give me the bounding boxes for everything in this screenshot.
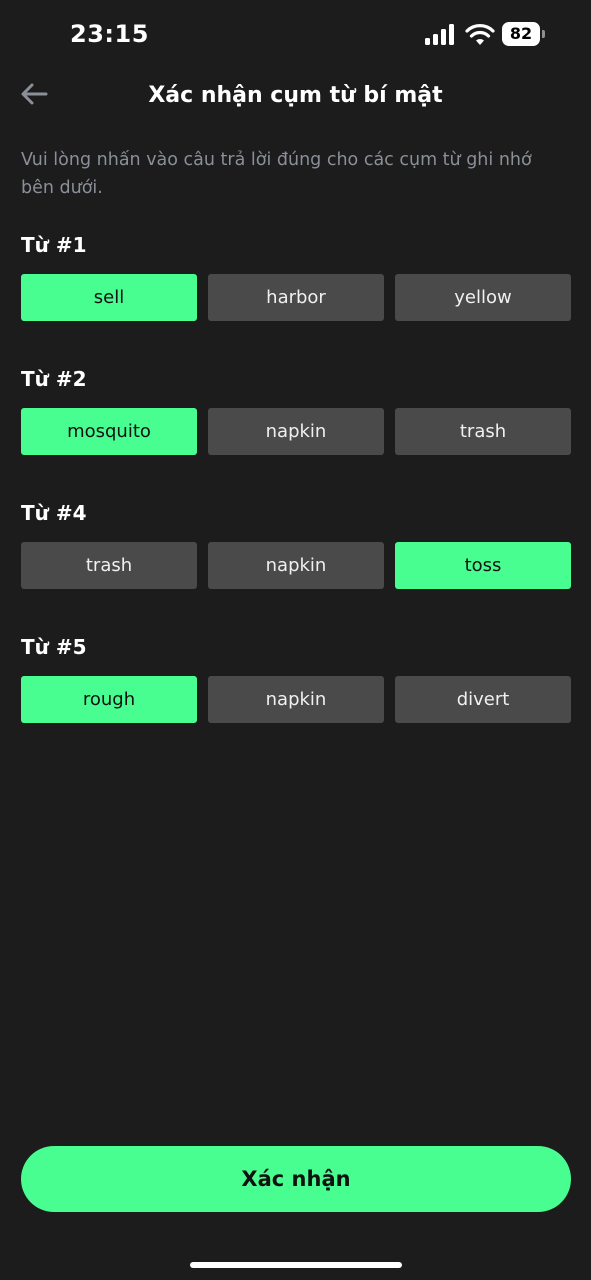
word-question-4: Từ #4 trash napkin toss <box>21 498 571 589</box>
option-button[interactable]: yellow <box>395 274 571 321</box>
word-label: Từ #2 <box>21 367 87 391</box>
signal-icon <box>425 24 454 45</box>
word-question-2: Từ #2 mosquito napkin trash <box>21 364 571 455</box>
option-button-selected[interactable]: sell <box>21 274 197 321</box>
battery-level: 82 <box>502 22 540 46</box>
option-button[interactable]: napkin <box>208 408 384 455</box>
battery-tip <box>542 30 545 38</box>
word-label: Từ #5 <box>21 635 87 659</box>
option-group: mosquito napkin trash <box>21 408 571 455</box>
word-question-5: Từ #5 rough napkin divert <box>21 632 571 723</box>
option-button-selected[interactable]: toss <box>395 542 571 589</box>
option-button[interactable]: napkin <box>208 676 384 723</box>
confirm-button[interactable]: Xác nhận <box>21 1146 571 1212</box>
instructions-text: Vui lòng nhấn vào câu trả lời đúng cho c… <box>21 150 532 198</box>
option-button-selected[interactable]: rough <box>21 676 197 723</box>
option-button-selected[interactable]: mosquito <box>21 408 197 455</box>
home-indicator[interactable] <box>190 1262 402 1268</box>
option-group: trash napkin toss <box>21 542 571 589</box>
word-label: Từ #1 <box>21 233 87 257</box>
word-label: Từ #4 <box>21 501 87 525</box>
option-button[interactable]: trash <box>395 408 571 455</box>
page-title: Xác nhận cụm từ bí mật <box>148 83 443 108</box>
word-question-1: Từ #1 sell harbor yellow <box>21 230 571 321</box>
option-button[interactable]: harbor <box>208 274 384 321</box>
option-button[interactable]: divert <box>395 676 571 723</box>
status-bar: 23:15 82 <box>0 0 591 70</box>
option-group: sell harbor yellow <box>21 274 571 321</box>
wifi-icon <box>465 24 495 45</box>
status-time: 23:15 <box>70 20 149 48</box>
battery-icon: 82 <box>502 22 548 48</box>
option-group: rough napkin divert <box>21 676 571 723</box>
option-button[interactable]: trash <box>21 542 197 589</box>
option-button[interactable]: napkin <box>208 542 384 589</box>
